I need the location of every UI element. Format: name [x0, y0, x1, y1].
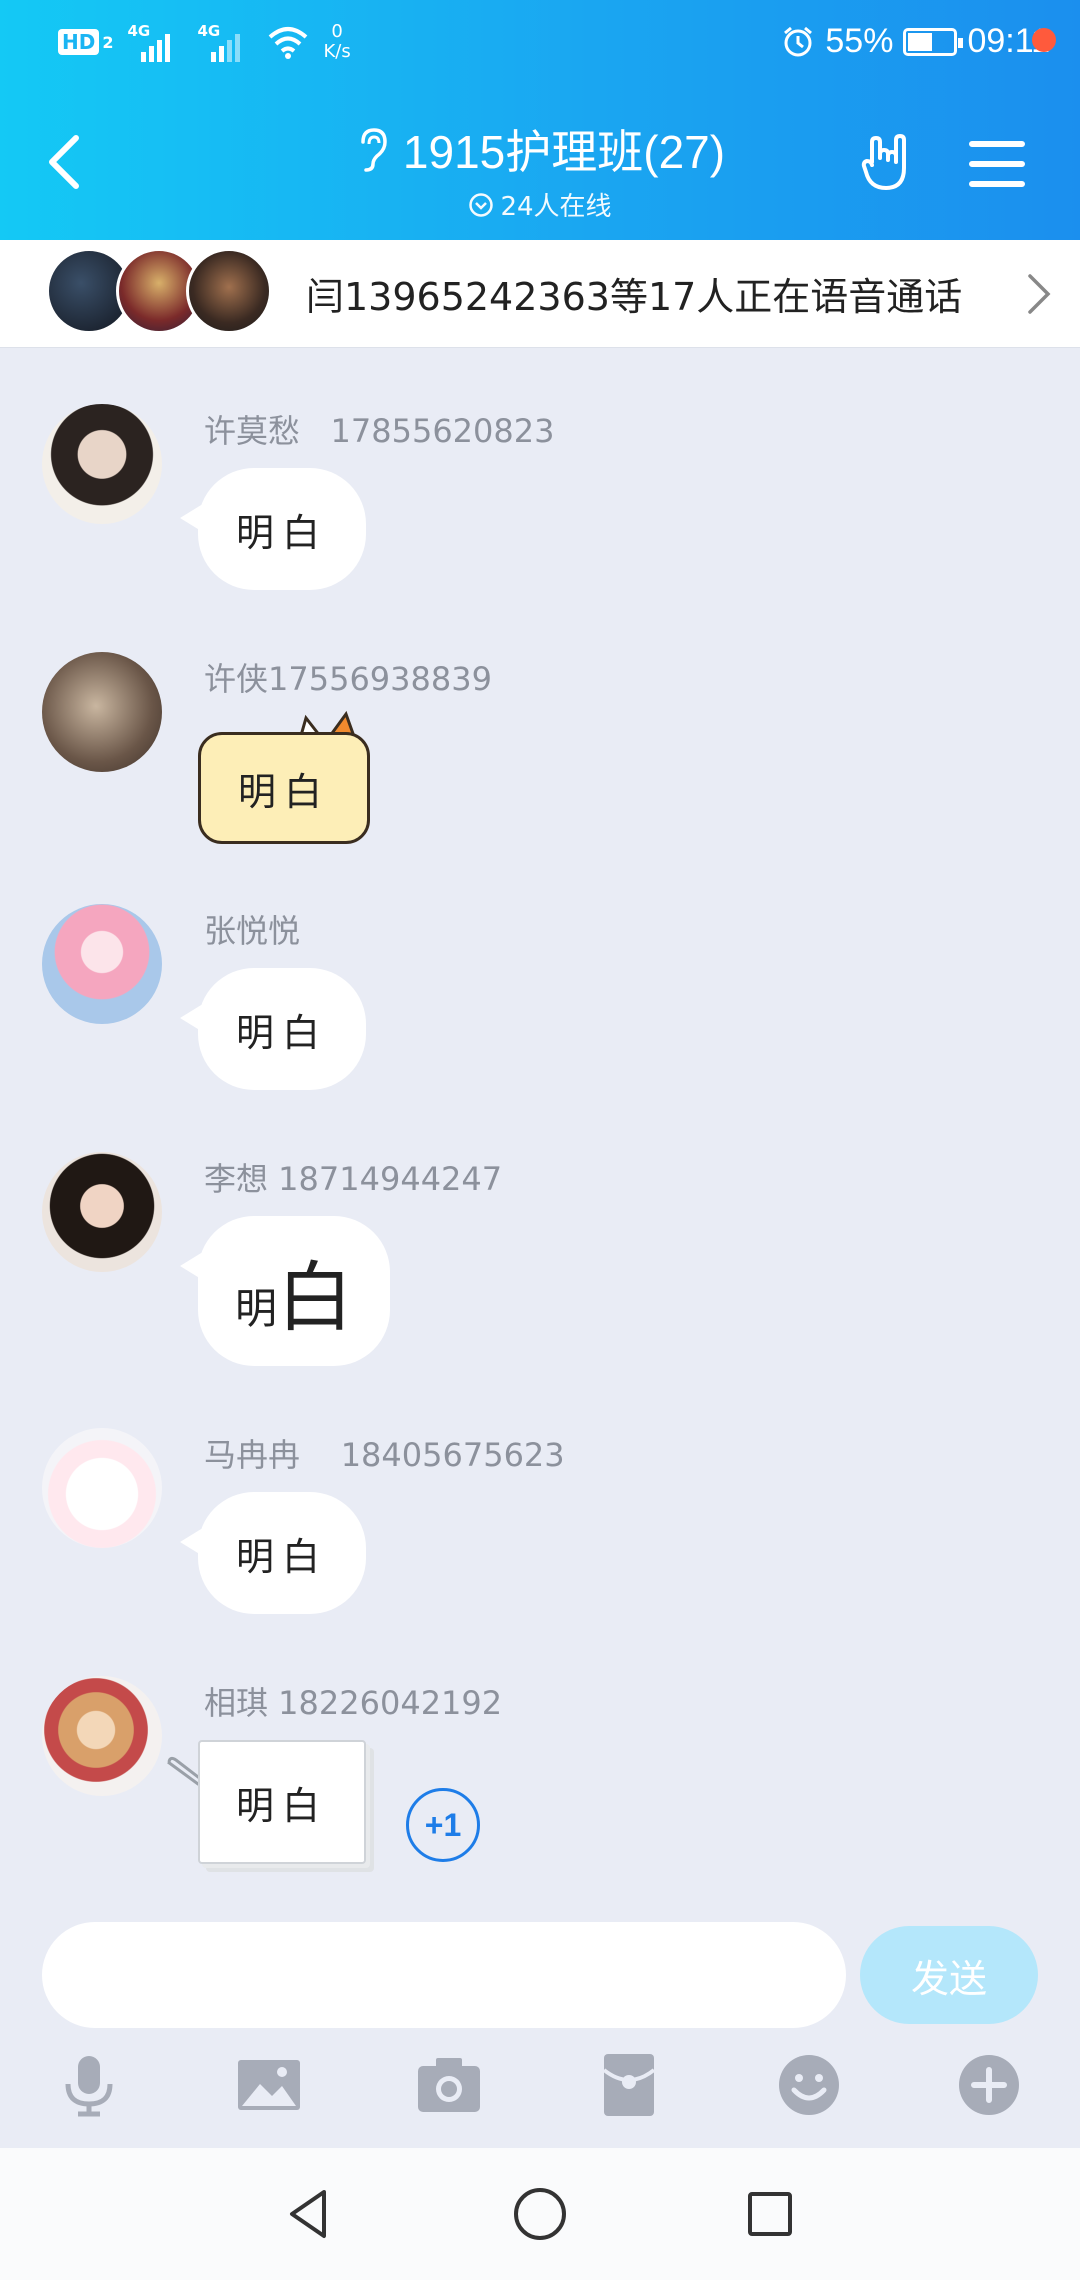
emoji-icon[interactable] — [774, 2050, 844, 2120]
send-button[interactable]: 发送 — [860, 1926, 1038, 2024]
message-item: 李想 18714944247 明 白 — [0, 1152, 1080, 1372]
message-bubble[interactable]: 明白 — [198, 732, 370, 844]
message-bubble[interactable]: 明白 — [198, 1740, 366, 1864]
signal-icon: 4G — [127, 22, 183, 62]
sender-name: 张悦悦 — [204, 912, 301, 950]
message-text-small: 明 — [234, 1284, 277, 1332]
hd-label: HD — [58, 29, 100, 55]
system-nav-bar — [0, 2148, 1080, 2280]
sender-name: 许侠17556938839 — [204, 660, 492, 698]
avatar[interactable] — [42, 904, 162, 1024]
plus-icon[interactable] — [954, 2050, 1024, 2120]
avatar[interactable] — [42, 1676, 162, 1796]
signal-icon-2: 4G — [197, 22, 253, 62]
sender-name: 相琪 18226042192 — [204, 1684, 503, 1722]
alarm-icon — [784, 26, 813, 56]
red-packet-icon[interactable] — [594, 2050, 664, 2120]
status-bar: HD 2 4G 4G 0 K/s 55% 09:11 — [0, 0, 1080, 90]
status-right: 55% 09:11 — [781, 22, 1050, 61]
recents-square-icon[interactable] — [740, 2184, 800, 2244]
call-participant-avatars — [46, 248, 276, 338]
title-bar: 1915护理班(27) 24人在线 — [0, 90, 1080, 240]
sender-name: 马冉冉 18405675623 — [204, 1436, 565, 1474]
avatar — [186, 248, 272, 334]
message-bubble[interactable]: 明 白 — [198, 1216, 390, 1366]
message-item: 张悦悦 明白 — [0, 904, 1080, 1124]
hand-gesture-button[interactable] — [858, 132, 920, 194]
message-text-large: 白 — [277, 1256, 353, 1341]
plus-one-button[interactable]: +1 — [406, 1788, 480, 1862]
battery-percent: 55% — [825, 22, 894, 60]
hd-badge: HD 2 — [58, 29, 113, 55]
speed-unit: K/s — [323, 41, 351, 62]
message-item: 许莫愁 17855620823 明白 — [0, 404, 1080, 624]
avatar[interactable] — [42, 1428, 162, 1548]
sender-name: 李想 18714944247 — [204, 1160, 503, 1198]
composer: 发送 — [0, 1900, 1080, 2145]
image-icon[interactable] — [234, 2050, 304, 2120]
back-triangle-icon[interactable] — [280, 2184, 340, 2244]
chevron-circle-icon — [469, 192, 494, 217]
message-item: 许侠17556938839 明白 — [0, 652, 1080, 872]
message-bubble[interactable]: 明白 — [198, 968, 366, 1090]
wifi-icon — [269, 27, 308, 59]
message-item: 马冉冉 18405675623 明白 — [0, 1428, 1080, 1648]
chevron-right-icon — [1028, 274, 1051, 314]
battery-icon — [903, 27, 964, 56]
message-bubble[interactable]: 明白 — [198, 468, 366, 590]
chat-header: HD 2 4G 4G 0 K/s 55% 09:11 1915护理班(27) 2… — [0, 0, 1080, 240]
status-left: HD 2 4G 4G 0 K/s — [58, 22, 351, 62]
voice-call-banner[interactable]: 闫13965242363等17人正在语音通话 — [0, 240, 1080, 348]
avatar[interactable] — [42, 404, 162, 524]
notification-dot — [1032, 28, 1056, 52]
speed-value: 0 — [331, 21, 343, 42]
composer-toolbar — [0, 2050, 1080, 2140]
hd-sub-label: 2 — [102, 32, 114, 52]
online-count: 24人在线 — [500, 192, 612, 222]
ear-icon — [361, 128, 387, 172]
message-input[interactable] — [42, 1922, 846, 2028]
network-speed: 0 K/s — [323, 22, 350, 62]
camera-icon[interactable] — [414, 2050, 484, 2120]
page-title: 1915护理班(27) — [402, 126, 726, 178]
sender-name: 许莫愁 17855620823 — [204, 412, 555, 450]
voice-call-text: 闫13965242363等17人正在语音通话 — [306, 275, 963, 319]
message-item: 相琪 18226042192 明白 +1 — [0, 1676, 1080, 1896]
home-circle-icon[interactable] — [510, 2184, 570, 2244]
avatar[interactable] — [42, 652, 162, 772]
message-bubble[interactable]: 明白 — [198, 1492, 366, 1614]
avatar[interactable] — [42, 1152, 162, 1272]
menu-button[interactable] — [968, 138, 1026, 190]
microphone-icon[interactable] — [54, 2050, 124, 2120]
